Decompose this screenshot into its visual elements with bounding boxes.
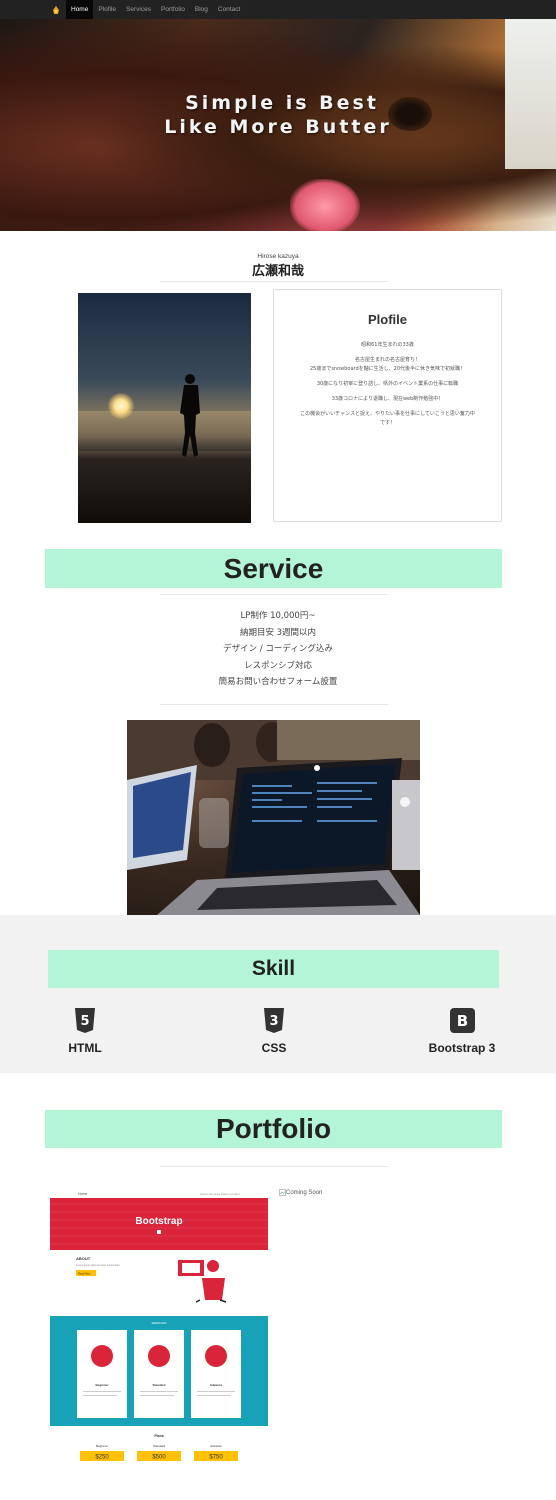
svg-text:ABOUT: ABOUT xyxy=(76,1256,91,1261)
service-list: LP制作 10,000円~ 納期目安 3週間以内 デザイン / コーディング込み… xyxy=(0,608,556,691)
hero-line-1: Simple is Best xyxy=(185,92,379,114)
nav-portfolio[interactable]: Portfolio xyxy=(156,0,190,19)
nav-blog[interactable]: Blog xyxy=(190,0,213,19)
service-heading: Service xyxy=(45,549,502,588)
html5-icon: 5 xyxy=(75,1008,95,1033)
nav-services[interactable]: Services xyxy=(121,0,156,19)
svg-text:Home: Home xyxy=(78,1192,87,1196)
profile-card: Plofile 昭和61年生まれの33歳 名古屋生まれの名古屋育ち！ 25歳まで… xyxy=(273,289,502,522)
broken-image-icon xyxy=(279,1189,286,1196)
service-photo xyxy=(127,720,420,915)
profile-title: Plofile xyxy=(367,312,407,327)
divider xyxy=(160,281,388,282)
divider xyxy=(160,594,388,595)
svg-text:Lorem ipsum dolor sit amet con: Lorem ipsum dolor sit amet consectetur xyxy=(76,1264,120,1267)
bootstrap-icon: B xyxy=(449,1008,475,1033)
profile-line: 30歳になり初宰に登り詰し、県外のイベント業系の仕事に転職 xyxy=(316,381,459,387)
service-item: デザイン / コーディング込み xyxy=(223,644,333,654)
svg-text:About Services Plans Contac: About Services Plans Contact xyxy=(200,1192,240,1196)
top-navbar: Home Plofile Services Portfolio Blog Con… xyxy=(0,0,556,19)
svg-text:Beginner: Beginner xyxy=(95,1383,109,1387)
hero-line-2: Like More Butter xyxy=(164,116,392,138)
brand-logo-icon[interactable] xyxy=(50,4,62,16)
svg-text:B: B xyxy=(456,1012,467,1030)
divider xyxy=(160,1166,388,1167)
skill-html: 5 HTML xyxy=(45,1008,125,1055)
name-kanji: 広瀬和哉 xyxy=(251,264,304,279)
nav-home[interactable]: Home xyxy=(66,0,94,19)
svg-text:Advance: Advance xyxy=(210,1383,223,1387)
skill-bootstrap: B Bootstrap 3 xyxy=(410,1008,514,1055)
service-item: 簡易お問い合わせフォーム設置 xyxy=(218,677,338,687)
nav-plofile[interactable]: Plofile xyxy=(93,0,121,19)
svg-text:Beginner: Beginner xyxy=(96,1444,108,1448)
skill-heading: Skill xyxy=(48,950,499,988)
portfolio-item-coming-soon[interactable]: Coming Soon xyxy=(279,1189,322,1196)
service-item: LP制作 10,000円~ xyxy=(240,611,316,621)
hero-tagline: Simple is Best Like More Butter xyxy=(0,91,556,139)
profile-line: 昭和61年生まれの33歳 xyxy=(361,342,414,348)
css3-icon: 3 xyxy=(264,1008,284,1033)
profile-photo xyxy=(78,293,251,523)
portfolio-heading: Portfolio xyxy=(45,1110,502,1148)
service-item: レスポンシブ対応 xyxy=(243,660,312,671)
profile-line: この機会がいいチャンスと捉え、やりたい事を仕事にしていこうと思い奮力中 xyxy=(300,411,475,417)
svg-text:Advance: Advance xyxy=(210,1444,222,1448)
divider xyxy=(160,704,388,705)
svg-text:5: 5 xyxy=(80,1014,89,1029)
svg-text:$250: $250 xyxy=(95,1455,109,1461)
name-romaji: Hirose kazuya xyxy=(257,253,299,260)
svg-text:$500: $500 xyxy=(152,1455,166,1461)
nav-contact[interactable]: Contact xyxy=(213,0,245,19)
svg-text:3: 3 xyxy=(269,1014,278,1029)
profile-line: 名古屋生まれの名古屋育ち！ xyxy=(354,357,420,363)
svg-text:SERVICES: SERVICES xyxy=(151,1321,166,1325)
service-item: 納期目安 3週間以内 xyxy=(239,627,317,638)
svg-text:Standard: Standard xyxy=(153,1444,166,1448)
svg-text:Bootstrap: Bootstrap xyxy=(135,1216,182,1227)
profile-line: です！ xyxy=(379,420,395,426)
profile-line: 33歳コロナにより退職し、現在web制作勉強中！ xyxy=(331,396,444,402)
skill-css: 3 CSS xyxy=(234,1008,314,1055)
profile-line: 25歳までsnowboardを軸に生活し、20代後半に休き気味で初就職！ xyxy=(309,366,466,372)
svg-text:Plans: Plans xyxy=(154,1434,163,1438)
hero-banner-image: Simple is Best Like More Butter xyxy=(0,19,556,231)
portfolio-item-bootstrap[interactable]: Home About Services Plans Contact Bootst… xyxy=(50,1188,268,1464)
svg-text:$750: $750 xyxy=(209,1455,223,1461)
svg-text:Read More: Read More xyxy=(78,1273,91,1276)
svg-text:Standard: Standard xyxy=(152,1383,165,1387)
